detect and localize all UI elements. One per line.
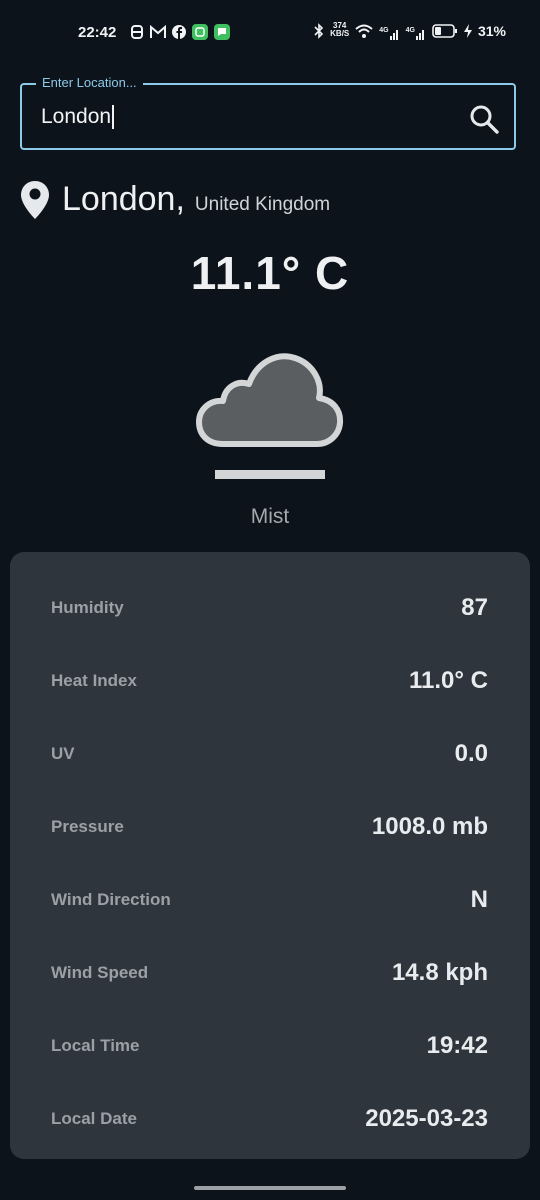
detail-label: Wind Speed	[51, 963, 149, 982]
detail-value: 11.0° C	[409, 667, 488, 694]
detail-value: 14.8 kph	[391, 959, 488, 986]
battery-icon	[432, 24, 457, 38]
location-pin-icon	[21, 181, 49, 219]
detail-value: 19:42	[426, 1032, 488, 1059]
text-caret	[112, 105, 115, 130]
signal-4g-icon-2: 4G	[406, 22, 426, 40]
charging-icon	[463, 24, 472, 38]
detail-label: UV	[51, 744, 75, 763]
detail-row-uv: UV 0.0	[51, 734, 488, 774]
current-temperature: 11.1° C	[190, 247, 350, 299]
city-name: London,	[62, 180, 185, 218]
bluetooth-icon	[314, 23, 324, 39]
signal-4g-label: 4G	[379, 27, 389, 34]
facebook-icon	[172, 25, 186, 39]
detail-row-wind-speed: Wind Speed 14.8 kph	[51, 953, 488, 993]
signal-bars-icon	[415, 30, 424, 40]
network-speed: 374 KB/S	[330, 22, 349, 40]
message-app-icon	[214, 24, 230, 40]
search-input-text: London	[41, 105, 112, 128]
search-label: Enter Location...	[36, 75, 143, 90]
app-notification-icon	[131, 25, 143, 39]
country-name: United Kingdom	[194, 194, 331, 215]
network-speed-unit: KB/S	[330, 29, 350, 38]
detail-row-local-date: Local Date 2025-03-23	[51, 1099, 488, 1139]
detail-label: Local Date	[51, 1109, 137, 1128]
weather-details-card: Humidity 87 Heat Index 11.0° C UV 0.0 Pr…	[10, 552, 530, 1159]
status-time: 22:42	[78, 24, 117, 41]
gmail-icon	[150, 24, 166, 38]
detail-label: Pressure	[51, 817, 124, 836]
home-indicator[interactable]	[194, 1186, 346, 1190]
notification-icons	[130, 23, 230, 41]
chat-app-icon	[192, 24, 208, 40]
detail-row-humidity: Humidity 87	[51, 588, 488, 628]
mist-cloud-icon	[196, 353, 344, 479]
status-bar: 22:42 374 KB/S 4G 4G 31%	[0, 0, 540, 66]
detail-label: Local Time	[51, 1036, 140, 1055]
detail-label: Heat Index	[51, 671, 137, 690]
detail-value: 2025-03-23	[365, 1105, 488, 1132]
signal-bars-icon	[389, 30, 398, 40]
wifi-icon	[355, 24, 373, 38]
location-heading: London, United Kingdom	[20, 180, 330, 220]
location-search-field[interactable]: Enter Location... London	[20, 75, 516, 150]
signal-4g-icon: 4G	[379, 22, 399, 40]
weather-condition: Mist	[250, 505, 290, 528]
signal-4g-label: 4G	[405, 27, 415, 34]
detail-row-heat-index: Heat Index 11.0° C	[51, 661, 488, 701]
detail-row-pressure: Pressure 1008.0 mb	[51, 807, 488, 847]
battery-percent: 31%	[477, 23, 506, 39]
detail-label: Wind Direction	[51, 890, 171, 909]
detail-label: Humidity	[51, 598, 124, 617]
detail-row-local-time: Local Time 19:42	[51, 1026, 488, 1066]
detail-value: N	[470, 886, 488, 913]
search-input[interactable]: London	[41, 105, 115, 130]
detail-value: 1008.0 mb	[371, 813, 488, 840]
system-icons: 374 KB/S 4G 4G 31%	[314, 22, 506, 40]
detail-value: 87	[461, 594, 488, 621]
detail-value: 0.0	[454, 740, 488, 767]
detail-row-wind-direction: Wind Direction N	[51, 880, 488, 920]
search-icon[interactable]	[468, 103, 500, 135]
